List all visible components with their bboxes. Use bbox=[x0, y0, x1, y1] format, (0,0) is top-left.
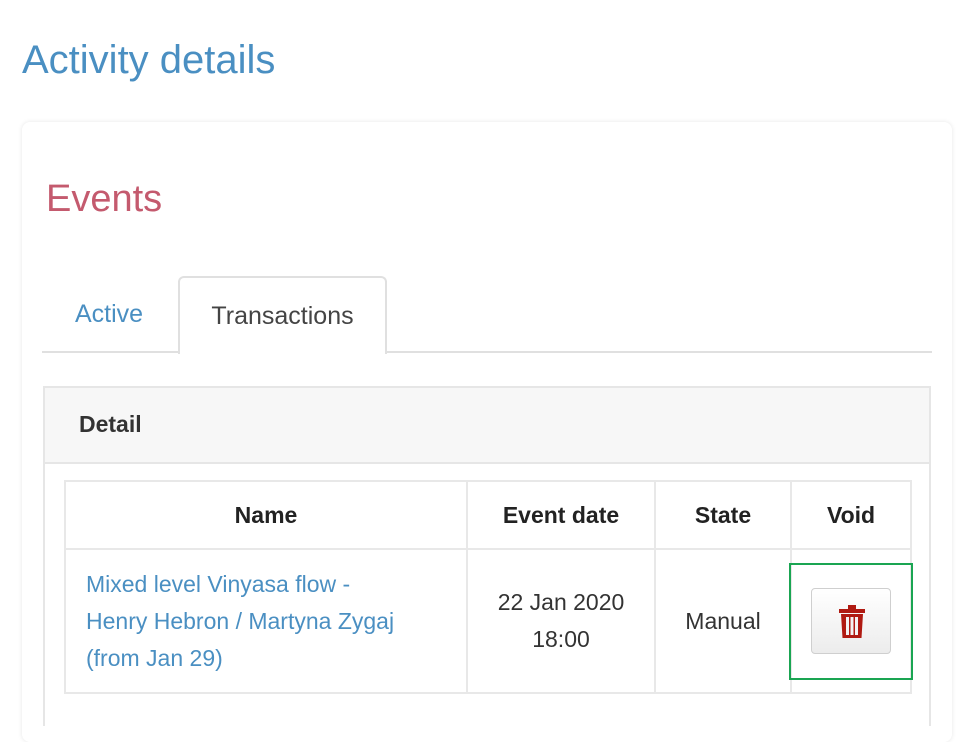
column-header-event-date: Event date bbox=[466, 480, 656, 550]
tabs-divider bbox=[42, 351, 932, 353]
tab-active[interactable]: Active bbox=[42, 276, 176, 352]
detail-header-label: Detail bbox=[79, 411, 142, 437]
column-header-name: Name bbox=[64, 480, 468, 550]
tab-transactions[interactable]: Transactions bbox=[178, 276, 387, 354]
name-cell: Mixed level Vinyasa flow - Henry Hebron … bbox=[64, 548, 468, 694]
transactions-table: Name Event date State Void Mixed level V… bbox=[64, 480, 912, 694]
trash-icon bbox=[839, 605, 865, 638]
event-name-link[interactable]: Mixed level Vinyasa flow - Henry Hebron … bbox=[86, 571, 394, 671]
column-header-void: Void bbox=[790, 480, 912, 550]
event-date-cell: 22 Jan 2020 18:00 bbox=[466, 548, 656, 694]
void-cell bbox=[790, 548, 912, 694]
events-section-title: Events bbox=[46, 178, 163, 220]
column-header-state: State bbox=[654, 480, 792, 550]
page-title: Activity details bbox=[22, 38, 276, 82]
state-cell: Manual bbox=[654, 548, 792, 694]
table-header-row: Name Event date State Void bbox=[64, 480, 912, 550]
table-row: Mixed level Vinyasa flow - Henry Hebron … bbox=[64, 548, 912, 694]
detail-panel-header: Detail bbox=[45, 388, 929, 464]
state-text: Manual bbox=[685, 607, 761, 634]
event-date-text: 22 Jan 2020 18:00 bbox=[497, 589, 625, 652]
void-button[interactable] bbox=[811, 588, 891, 654]
